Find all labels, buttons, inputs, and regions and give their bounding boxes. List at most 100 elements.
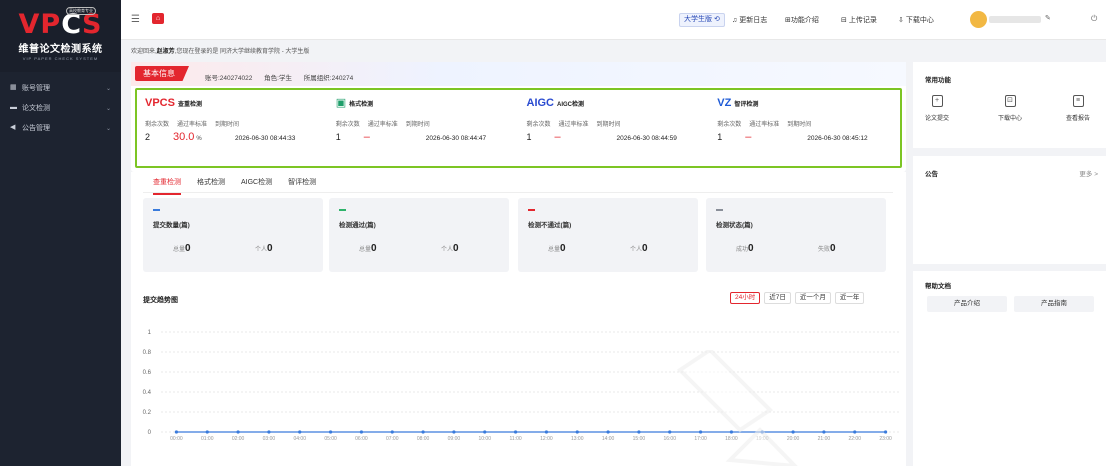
- x-tick-label: 01:00: [201, 436, 214, 440]
- sidebar-item-paper-check[interactable]: ▬ 论文检测 ⌄: [0, 98, 121, 118]
- chevron-down-icon: ⌄: [105, 105, 111, 112]
- service-label: 剩余次数: [145, 122, 170, 128]
- upload-records-link[interactable]: ⊟ 上传记录: [841, 15, 877, 25]
- stat-a-value: 0: [748, 243, 754, 254]
- quick-submit-paper[interactable]: + 论文提交: [917, 95, 957, 122]
- help-product-intro[interactable]: 产品介绍: [927, 296, 1007, 312]
- stat-card: 检测状态(篇) 成功0 失败0: [706, 198, 886, 272]
- y-tick-label: 0.6: [143, 370, 152, 376]
- stat-a-label: 总量: [173, 247, 186, 253]
- range-option[interactable]: 近7日: [764, 292, 791, 304]
- remaining-count: 1: [526, 132, 532, 142]
- service-name: 格式检测: [349, 101, 374, 108]
- data-point: [205, 430, 209, 434]
- range-option[interactable]: 24小时: [730, 292, 761, 304]
- stat-b-label: 个人: [630, 247, 643, 253]
- service-name: 查重检测: [177, 101, 202, 108]
- notice-card: 公告 更多 >: [913, 156, 1106, 264]
- features-link[interactable]: ⊞功能介绍: [785, 15, 819, 25]
- x-tick-label: 06:00: [355, 436, 368, 440]
- range-option[interactable]: 近一年: [834, 292, 865, 304]
- quick-functions-card: 常用功能 + 论文提交 ⊡ 下载中心 ≡ 查看报告: [913, 62, 1106, 148]
- x-tick-label: 12:00: [540, 436, 553, 440]
- x-tick-label: 09:00: [448, 436, 461, 440]
- logo-mark: VPCS: [18, 9, 103, 40]
- stat-card: 提交数量(篇) 总量0 个人0: [143, 198, 323, 272]
- remaining-count: 1: [335, 132, 341, 142]
- stat-a-label: 总量: [548, 247, 561, 253]
- stat-a-value: 0: [185, 243, 191, 254]
- x-tick-label: 22:00: [848, 436, 861, 440]
- sidebar-item-notice[interactable]: ◀ 公告管理 ⌄: [0, 118, 121, 138]
- stat-accent: [716, 209, 723, 211]
- data-point: [544, 430, 549, 434]
- service-label: 到期时间: [215, 122, 240, 128]
- pass-rate-value: 30.0: [173, 131, 195, 143]
- menu-toggle-icon[interactable]: ☰: [131, 14, 140, 25]
- data-point: [328, 430, 333, 434]
- avatar[interactable]: [970, 11, 987, 28]
- account-info: 账号:240274022 角色:学生 所属组织:240274: [205, 72, 363, 82]
- data-point: [883, 430, 888, 434]
- service-label: 到期时间: [405, 122, 430, 128]
- data-point: [853, 430, 857, 434]
- edit-icon[interactable]: ✎: [1045, 14, 1051, 22]
- service-name-row: ▣ 格式检测: [336, 97, 511, 109]
- service-label: 通过率标准: [558, 122, 589, 128]
- quick-download-center[interactable]: ⊡ 下载中心: [990, 95, 1030, 122]
- x-tick-label: 00:00: [170, 436, 183, 440]
- service-name: 智评检测: [734, 101, 759, 108]
- more-link[interactable]: 更多 >: [1079, 168, 1098, 178]
- data-point: [174, 430, 179, 434]
- document-icon: ▬: [10, 104, 17, 111]
- stat-a: 总量0: [359, 243, 377, 254]
- stat-a-value: 0: [371, 243, 377, 254]
- basic-info-header: 基本信息 账号:240274022 角色:学生 所属组织:240274: [131, 62, 906, 86]
- power-icon[interactable]: ⏻: [1091, 14, 1097, 24]
- stat-b-value: 0: [830, 243, 836, 254]
- chevron-down-icon: ⌄: [105, 125, 111, 132]
- pass-rate-value: –: [554, 131, 561, 143]
- service-label: 剩余次数: [335, 122, 360, 128]
- data-point: [267, 430, 271, 434]
- pass-rate-value: –: [363, 131, 370, 143]
- data-point: [298, 430, 302, 434]
- service-labels: 剩余次数 通过率标准 到期时间: [717, 119, 892, 128]
- x-tick-label: 02:00: [232, 436, 245, 440]
- stat-b-value: 0: [453, 243, 459, 254]
- edition-switch[interactable]: 大学生版 ⟲: [679, 13, 725, 27]
- data-point: [421, 430, 425, 434]
- app-root: VPCS 维普论文检测系统 VIP PAPER CHECK SYSTEM 高校教…: [0, 0, 1106, 466]
- home-button[interactable]: ⌂: [152, 13, 164, 24]
- range-selector: 24小时 近7日 近一个月 近一年: [726, 292, 865, 304]
- stat-accent: [339, 209, 346, 211]
- trend-title: 提交趋势图: [143, 297, 178, 304]
- stat-b: 个人0: [630, 243, 648, 254]
- x-tick-label: 10:00: [478, 436, 491, 440]
- chevron-down-icon: ⌄: [105, 85, 111, 92]
- welcome-text: 欢迎回来,赵淑芳,您现在登录的是 同济大学继续教育学院 - 大学生版: [131, 49, 310, 55]
- help-docs-card: 帮助文档 产品介绍 产品指南: [913, 271, 1106, 466]
- pass-rate: –: [364, 131, 426, 143]
- remaining-count: 2: [145, 132, 151, 142]
- sidebar-item-account[interactable]: ▦ 账号管理 ⌄: [0, 78, 121, 98]
- quick-view-report[interactable]: ≡ 查看报告: [1058, 95, 1098, 122]
- y-tick-label: 0.4: [143, 390, 152, 396]
- remaining-count: 1: [717, 132, 723, 142]
- service-label: 到期时间: [787, 122, 812, 128]
- stat-title: 检测不通过(篇): [528, 222, 572, 229]
- x-tick-label: 04:00: [293, 436, 306, 440]
- x-tick-label: 07:00: [386, 436, 399, 440]
- stat-a-label: 成功: [736, 247, 749, 253]
- changelog-link[interactable]: ♫ 更新日志: [732, 15, 767, 25]
- notice-title: 公告: [925, 171, 938, 178]
- download-center-link[interactable]: ⇩ 下载中心: [898, 15, 934, 25]
- help-product-guide[interactable]: 产品指南: [1014, 296, 1094, 312]
- stat-b-label: 失败: [818, 247, 831, 253]
- range-option[interactable]: 近一个月: [794, 292, 831, 304]
- data-point: [822, 430, 826, 434]
- stat-b-value: 0: [642, 243, 648, 254]
- stat-b-value: 0: [267, 243, 273, 254]
- service-label: 通过率标准: [177, 122, 208, 128]
- data-point: [483, 430, 487, 434]
